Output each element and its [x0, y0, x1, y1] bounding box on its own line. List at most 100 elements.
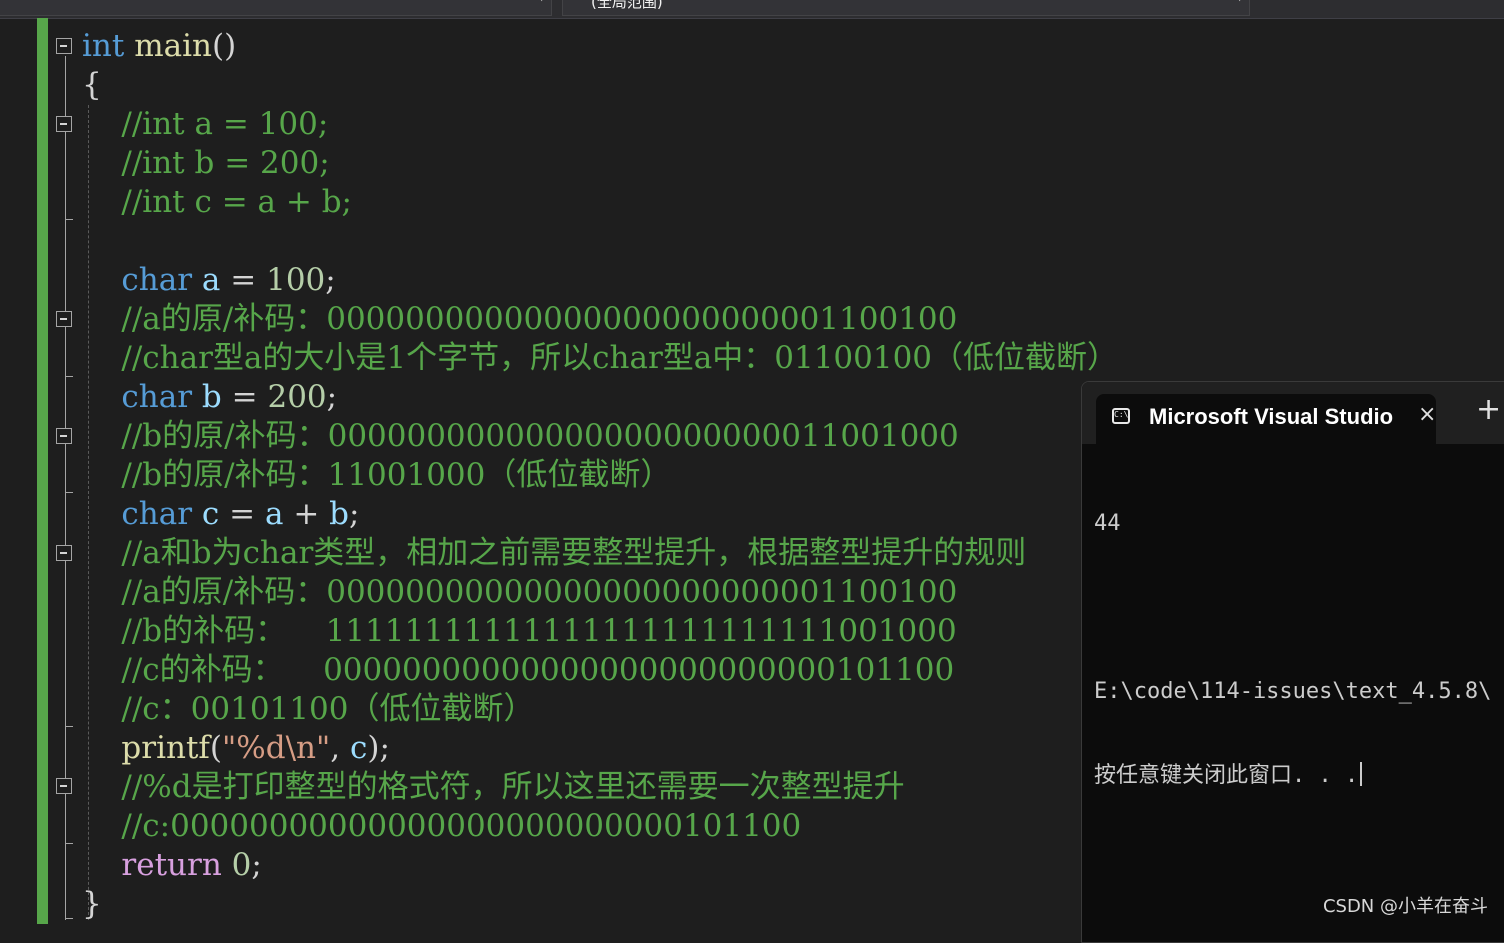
code-line[interactable]: //c:00000000000000000000000000101100: [82, 807, 801, 846]
code-line[interactable]: //int c = a + b;: [82, 183, 352, 222]
code-line[interactable]: //a和b为char类型，相加之前需要整型提升，根据整型提升的规则: [82, 534, 1026, 573]
code-token: //b的原/补码：11001000（低位截断）: [82, 457, 672, 493]
code-token: b: [201, 379, 222, 415]
code-token: //a的原/补码：0000000000000000000000000110010…: [82, 301, 958, 337]
code-token: 100: [266, 262, 326, 298]
code-token: ;: [251, 847, 262, 883]
code-token: //int a = 100;: [82, 106, 329, 142]
code-token: ;: [326, 379, 338, 415]
code-token: printf: [121, 730, 210, 766]
change-tracking-bar: [37, 18, 48, 924]
chevron-down-icon: ▾: [538, 0, 545, 4]
code-token: //a的原/补码：0000000000000000000000000110010…: [82, 574, 958, 610]
code-token: //c:00000000000000000000000000101100: [82, 808, 802, 844]
code-line[interactable]: //char型a的大小是1个字节，所以char型a中：01100100（低位截断…: [82, 339, 1118, 378]
code-token: ;: [349, 496, 360, 532]
code-token: "%d\n": [222, 730, 331, 766]
code-line[interactable]: //c的补码： 00000000000000000000000000101100: [82, 651, 954, 690]
console-output: 44 E:\code\114-issues\text_4.5.8\ 按任意键关闭…: [1094, 454, 1491, 846]
code-line[interactable]: //b的原/补码：0000000000000000000000001100100…: [82, 417, 959, 456]
code-token: }: [82, 886, 102, 922]
console-tab-bar: C:\ Microsoft Visual Studio × +: [1082, 382, 1504, 444]
collapse-icon[interactable]: [56, 311, 72, 327]
code-token: +: [283, 496, 330, 532]
code-token: =: [219, 496, 265, 532]
outline-end-tick: [65, 918, 73, 919]
console-prompt-text: 按任意键关闭此窗口. . .: [1094, 763, 1359, 788]
console-output-line: 44: [1094, 511, 1121, 536]
outline-end-tick: [65, 219, 73, 220]
code-token: ;: [325, 262, 336, 298]
code-token: );: [367, 730, 390, 766]
code-token: //b的补码： 11111111111111111111111111001000: [82, 613, 957, 649]
code-line[interactable]: //c：00101100（低位截断）: [82, 690, 534, 729]
code-token: (): [211, 28, 237, 64]
scope-dropdown[interactable]: (全局范围) ▾: [562, 0, 1250, 16]
code-token: 0: [231, 847, 252, 883]
code-token: char: [121, 496, 193, 532]
collapse-icon[interactable]: [56, 778, 72, 794]
code-line[interactable]: //int a = 100;: [82, 105, 328, 144]
outline-end-tick: [65, 726, 73, 727]
terminal-icon-label: C:\: [1114, 410, 1129, 419]
new-tab-button[interactable]: +: [1476, 395, 1501, 425]
code-token: //char型a的大小是1个字节，所以char型a中：01100100（低位截断…: [82, 340, 1119, 376]
code-line[interactable]: //b的原/补码：11001000（低位截断）: [82, 456, 671, 495]
code-token: a: [264, 496, 284, 532]
code-token: //c的补码： 00000000000000000000000000101100: [82, 652, 955, 688]
navigation-bar: ▾ (全局范围) ▾: [0, 0, 1504, 19]
code-line[interactable]: //%d是打印整型的格式符，所以这里还需要一次整型提升: [82, 768, 904, 807]
code-line[interactable]: //a的原/补码：0000000000000000000000000110010…: [82, 573, 957, 612]
code-token: =: [221, 379, 268, 415]
code-line[interactable]: char a = 100;: [82, 261, 336, 300]
code-token: (: [209, 730, 223, 766]
code-line[interactable]: char b = 200;: [82, 378, 337, 417]
code-line[interactable]: //b的补码： 11111111111111111111111111001000: [82, 612, 957, 651]
scope-dropdown-value: (全局范围): [591, 0, 663, 11]
console-output-line: 按任意键关闭此窗口. . .: [1094, 762, 1491, 790]
code-token: //c：00101100（低位截断）: [82, 691, 535, 727]
code-token: char: [121, 262, 193, 298]
code-line[interactable]: printf("%d\n", c);: [82, 729, 390, 768]
collapse-icon[interactable]: [56, 116, 72, 132]
code-line[interactable]: {: [82, 66, 102, 105]
collapse-icon[interactable]: [56, 38, 72, 54]
outline-end-tick: [65, 376, 73, 377]
code-token: {: [82, 67, 102, 103]
code-token: b: [329, 496, 350, 532]
member-dropdown[interactable]: ▾: [0, 0, 552, 16]
outline-end-tick: [65, 492, 73, 493]
close-icon[interactable]: ×: [1418, 402, 1436, 427]
code-token: //b的原/补码：0000000000000000000000001100100…: [82, 418, 959, 454]
code-line[interactable]: //a的原/补码：0000000000000000000000000110010…: [82, 300, 957, 339]
console-tab[interactable]: C:\ Microsoft Visual Studio ×: [1096, 394, 1436, 444]
code-token: c: [201, 496, 220, 532]
watermark: CSDN @小羊在奋斗: [1322, 896, 1488, 917]
console-output-line: E:\code\114-issues\text_4.5.8\: [1094, 679, 1492, 704]
code-token: c: [349, 730, 368, 766]
code-token: //int c = a + b;: [82, 184, 352, 220]
code-line[interactable]: return 0;: [82, 846, 262, 885]
code-token: int: [82, 28, 125, 64]
code-line[interactable]: }: [82, 885, 102, 924]
code-token: main: [134, 28, 212, 64]
code-line[interactable]: char c = a + b;: [82, 495, 359, 534]
collapse-icon[interactable]: [56, 428, 72, 444]
code-line[interactable]: //int b = 200;: [82, 144, 329, 183]
collapse-icon[interactable]: [56, 545, 72, 561]
code-token: a: [201, 262, 221, 298]
outline-end-tick: [65, 843, 73, 844]
console-window[interactable]: C:\ Microsoft Visual Studio × + 44 E:\co…: [1081, 381, 1504, 943]
code-line[interactable]: int main(): [82, 27, 236, 66]
code-token: char: [121, 379, 193, 415]
console-title: Microsoft Visual Studio: [1149, 404, 1394, 429]
